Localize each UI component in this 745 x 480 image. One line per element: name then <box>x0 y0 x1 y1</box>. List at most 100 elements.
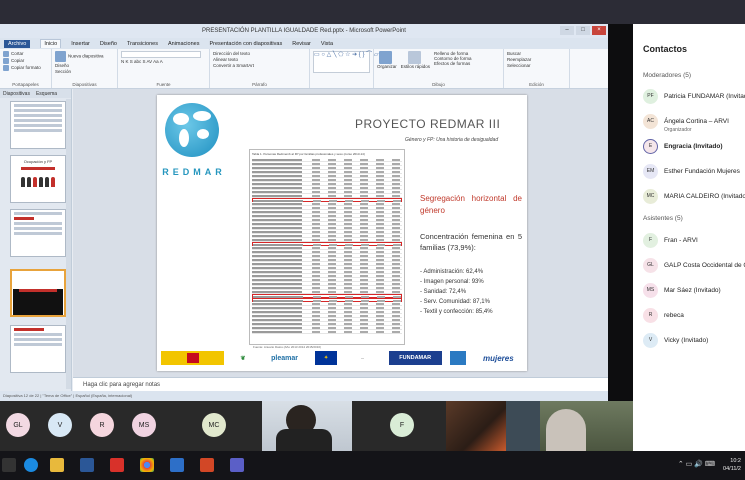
avatar: EM <box>643 163 658 179</box>
table-row <box>252 330 402 334</box>
clock[interactable]: 10:2 04/11/2 <box>723 457 741 473</box>
layout-button[interactable]: Diseño <box>55 63 114 68</box>
group-label: Edición <box>529 82 544 87</box>
tab-insertar[interactable]: Insertar <box>71 41 90 47</box>
file-explorer-icon[interactable] <box>50 458 64 472</box>
participant-item[interactable]: F Fran - ARVI <box>643 231 698 249</box>
teams-icon[interactable] <box>230 458 244 472</box>
list-item: - Imagen personal: 93% <box>420 279 484 285</box>
app-icon[interactable] <box>170 458 184 472</box>
facts-list: - Administración: 62,4% - Imagen persona… <box>420 267 524 317</box>
participant-item[interactable]: Rrebeca <box>643 306 684 324</box>
organizers-header[interactable]: Moderadores (5) <box>643 72 691 79</box>
chrome-icon[interactable] <box>140 458 154 472</box>
tab-slides[interactable]: Diapositivas <box>3 91 30 97</box>
tab-revisar[interactable]: Revisar <box>292 41 311 47</box>
windows-taskbar: ⌃ ▭ 🔊 ⌨ 10:2 04/11/2 <box>0 451 745 480</box>
participant-video[interactable] <box>262 401 352 451</box>
replace-button[interactable]: Reemplazar <box>507 57 566 62</box>
shapes-gallery[interactable]: ▭ ○ △ ╲ ⬠ ☆ ➔ { } ⌒ ▱ ◇ <box>313 51 385 73</box>
attendees-header[interactable]: Asistentes (5) <box>643 215 683 222</box>
minimize-button[interactable]: – <box>560 26 574 35</box>
participant-avatar[interactable]: GL <box>6 413 30 437</box>
participant-video[interactable] <box>446 401 506 451</box>
concentration-text: Concentración femenina en 5 familias (73… <box>420 232 522 252</box>
close-button[interactable]: × <box>592 26 606 35</box>
eu-flag-logo: ✦ <box>315 351 338 365</box>
slide-subtitle: Género y FP: Una historia de desigualdad <box>405 137 499 143</box>
thumb-content <box>14 212 62 215</box>
copy-button[interactable]: Copiar <box>3 58 48 64</box>
tab-animaciones[interactable]: Animaciones <box>168 41 200 47</box>
participant-item[interactable]: MC MARIA CALDEIRO (Invitado) <box>643 187 745 205</box>
maximize-button[interactable]: □ <box>576 26 590 35</box>
participant-avatar[interactable]: F <box>390 413 414 437</box>
thumb-content <box>14 217 34 220</box>
text-direction-button[interactable]: Dirección del texto <box>213 51 306 56</box>
window-controls: – □ × <box>560 26 606 35</box>
scissors-icon <box>3 51 9 57</box>
smartart-button[interactable]: Convertir a SmartArt <box>213 63 306 68</box>
eu-fund-text: ··· <box>361 356 365 360</box>
participant-item[interactable]: EM Esther Fundación Mujeres <box>643 162 740 180</box>
font-select[interactable] <box>121 51 201 58</box>
slide-thumbnail-13[interactable]: 13 <box>10 325 66 373</box>
format-painter-button[interactable]: Copiar formato <box>3 65 48 71</box>
redmar-globe-logo <box>165 103 219 157</box>
powerpoint-icon[interactable] <box>200 458 214 472</box>
search-icon[interactable] <box>2 458 16 472</box>
tab-presentacion[interactable]: Presentación con diapositivas <box>209 41 282 47</box>
group-fuente: N K S abc S AV Aa A Fuente <box>118 49 210 88</box>
system-tray-icons[interactable]: ⌃ ▭ 🔊 ⌨ <box>678 460 715 468</box>
participant-avatar[interactable]: R <box>90 413 114 437</box>
acrobat-icon[interactable] <box>110 458 124 472</box>
styles-icon <box>407 51 421 64</box>
workspace: Diapositivas Esquema 9 10 Ocupación y FP… <box>0 89 608 401</box>
participant-video[interactable] <box>540 401 633 451</box>
slide-thumbnail-11[interactable]: 11 <box>10 209 66 257</box>
word-icon[interactable] <box>80 458 94 472</box>
thumb-content <box>14 109 62 112</box>
tab-diseno[interactable]: Diseño <box>100 41 117 47</box>
tab-inicio[interactable]: Inicio <box>40 39 62 48</box>
participant-avatar[interactable]: V <box>48 413 72 437</box>
quick-styles-button[interactable]: Estilos rápidos <box>401 51 430 86</box>
participant-item[interactable]: PF Patricia FUNDAMAR (Invitado) <box>643 87 745 105</box>
slide-thumbnail-12-selected[interactable]: 12 <box>10 269 66 317</box>
thumb-content <box>14 104 62 107</box>
participant-name: Patricia FUNDAMAR (Invitado) <box>664 92 745 100</box>
slide-thumbnail-9[interactable]: 9 <box>10 101 66 149</box>
shape-effects-button[interactable]: Efectos de formas <box>434 61 472 66</box>
font-format-buttons[interactable]: N K S abc S AV Aa A <box>121 59 206 64</box>
slide-thumbnail-10[interactable]: 10 Ocupación y FP <box>10 155 66 203</box>
participant-item[interactable]: GL GALP Costa Occidental de Galicia <box>643 256 745 274</box>
avatar: F <box>643 232 658 248</box>
tab-vista[interactable]: Vista <box>321 41 333 47</box>
new-slide-button[interactable]: Nueva diapositiva <box>55 51 114 62</box>
leaf-logo: ❦ <box>240 355 246 362</box>
group-edicion: Buscar Reemplazar Seleccionar Edición <box>504 49 570 88</box>
tab-archivo[interactable]: Archivo <box>4 39 31 48</box>
slide-thumbnails-pane: Diapositivas Esquema 9 10 Ocupación y FP… <box>0 89 72 401</box>
participant-avatar[interactable]: MC <box>202 413 226 437</box>
group-parrafo: Dirección del texto Alinear texto Conver… <box>210 49 310 88</box>
align-text-button[interactable]: Alinear texto <box>213 57 306 62</box>
arrange-button[interactable]: Organizar <box>377 51 397 86</box>
participant-item[interactable]: V Vicky (Invitado) <box>643 331 708 349</box>
thumbnails-scrollbar[interactable] <box>66 99 71 389</box>
participant-item[interactable]: MS Mar Sáez (Invitado) <box>643 281 721 299</box>
notes-pane[interactable]: Haga clic para agregar notas <box>73 377 608 391</box>
participant-avatar[interactable]: MS <box>132 413 156 437</box>
section-button[interactable]: Sección <box>55 69 114 74</box>
select-button[interactable]: Seleccionar <box>507 63 566 68</box>
cut-button[interactable]: Cortar <box>3 51 48 57</box>
participant-video[interactable] <box>506 401 540 451</box>
participant-item[interactable]: E Engracia (Invitado) <box>643 137 723 155</box>
edge-icon[interactable] <box>24 458 38 472</box>
find-button[interactable]: Buscar <box>507 51 566 56</box>
tab-transiciones[interactable]: Transiciones <box>127 41 158 47</box>
list-item: - Serv. Comunidad: 87,1% <box>420 299 490 305</box>
participant-name: Vicky (Invitado) <box>664 336 709 344</box>
current-slide[interactable]: REDMAR PROYECTO REDMAR III Género y FP: … <box>157 95 527 371</box>
tab-outline[interactable]: Esquema <box>36 91 57 97</box>
